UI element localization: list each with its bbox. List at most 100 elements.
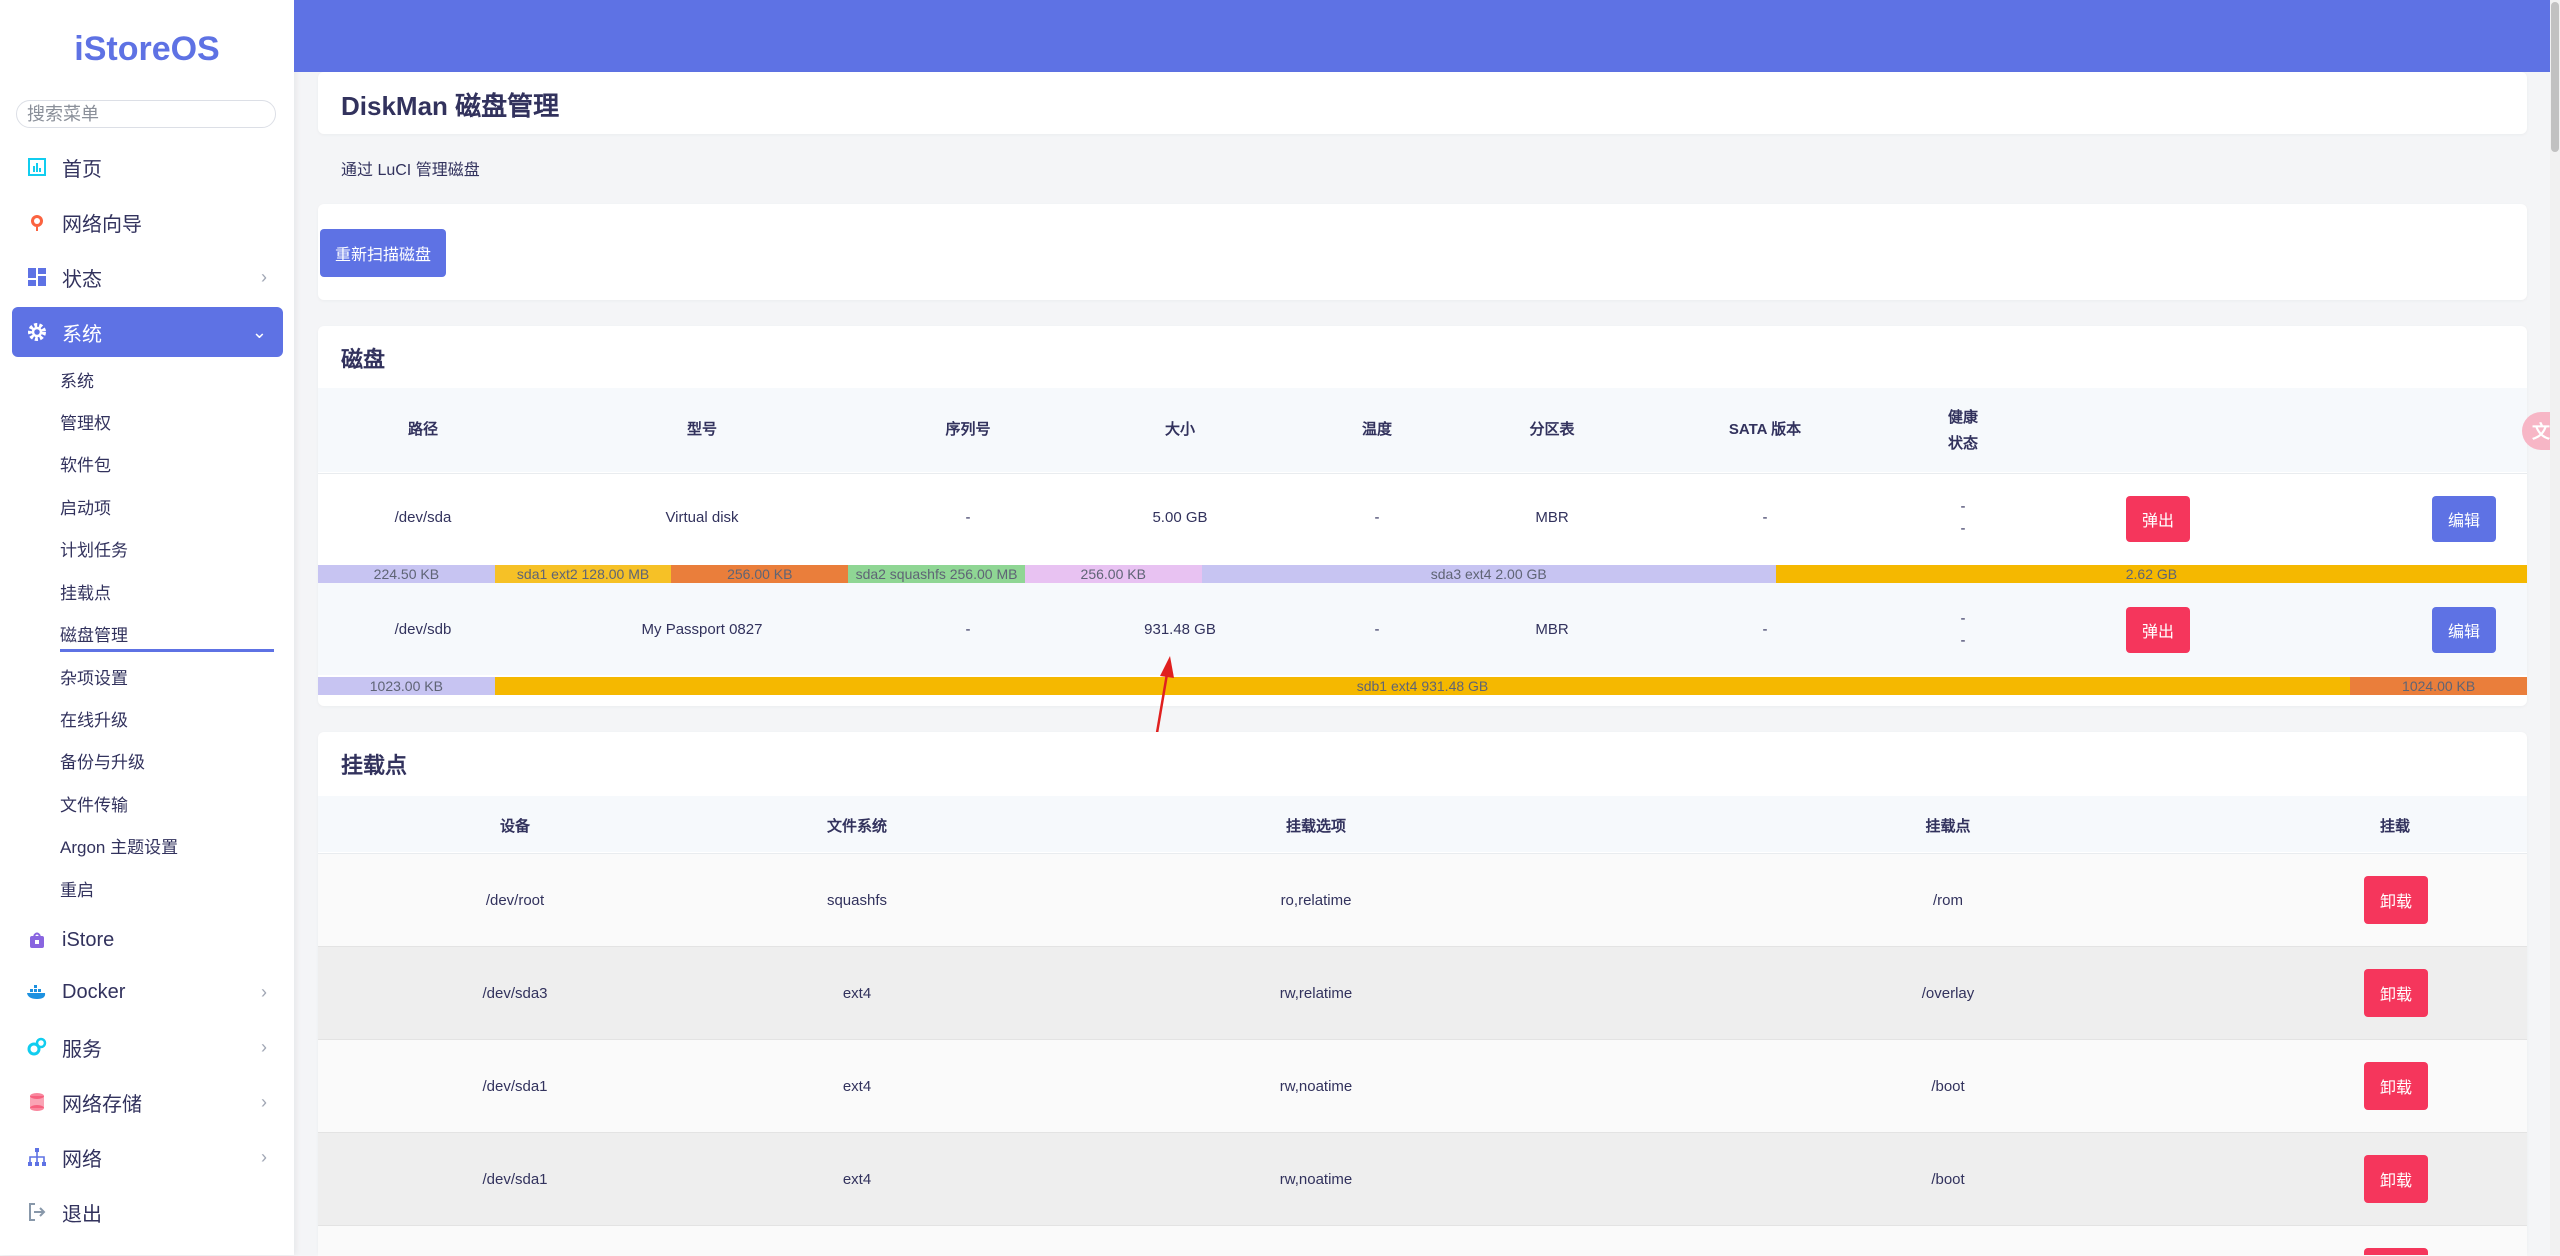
eject-button[interactable]: 弹出	[2126, 496, 2190, 542]
mount-options: rw,noatime	[1279, 1171, 1353, 1188]
sub-diskman[interactable]: 磁盘管理	[60, 623, 274, 652]
sub-backup[interactable]: 备份与升级	[60, 750, 145, 776]
col-path: 路径	[407, 421, 438, 438]
nav-home-label: 首页	[62, 158, 102, 181]
mount-options: ro,relatime	[1280, 892, 1352, 909]
nav-system[interactable]: 系统 ⌄	[12, 307, 283, 357]
nav-status-label: 状态	[62, 268, 102, 291]
store-icon	[26, 929, 48, 951]
disk-health: -	[1960, 498, 1966, 515]
disk-path: /dev/sda	[394, 509, 452, 526]
partition-bar: 224.50 KB sda1 ext2 128.00 MB 256.00 KB …	[318, 565, 2527, 583]
unmount-button-partial[interactable]	[2364, 1248, 2428, 1255]
mount-fs: ext4	[842, 1078, 872, 1095]
partition-segment[interactable]: 1024.00 KB	[2350, 677, 2527, 695]
unmount-button[interactable]: 卸载	[2364, 1062, 2428, 1110]
col-device: 设备	[499, 818, 530, 835]
mount-device: /dev/sda1	[482, 1078, 548, 1095]
chevron-down-icon: ⌄	[251, 321, 267, 342]
partition-segment[interactable]: 224.50 KB	[318, 565, 495, 583]
mount-row	[318, 853, 2527, 946]
partition-segment[interactable]: sda2 squashfs 256.00 MB	[848, 565, 1025, 583]
partition-segment[interactable]: 1023.00 KB	[318, 677, 495, 695]
sub-admin[interactable]: 管理权	[60, 411, 111, 437]
chevron-right-icon: ›	[261, 1036, 267, 1057]
sub-filetransfer[interactable]: 文件传输	[60, 793, 128, 819]
disk-partition-table: MBR	[1535, 509, 1569, 526]
nav-services[interactable]: 服务 ›	[12, 1022, 283, 1072]
sub-upgrade[interactable]: 在线升级	[60, 708, 128, 734]
logout-icon	[26, 1201, 48, 1223]
mounts-section-title: 挂载点	[341, 753, 408, 778]
nav-nas[interactable]: 网络存储 ›	[12, 1077, 283, 1127]
globe-icon	[26, 211, 48, 233]
sub-argon[interactable]: Argon 主题设置	[60, 835, 178, 861]
mount-options: rw,relatime	[1279, 985, 1353, 1002]
network-icon	[26, 1146, 48, 1168]
nav-wizard[interactable]: 网络向导	[12, 197, 283, 247]
col-sata: SATA 版本	[1728, 421, 1802, 438]
chevron-right-icon: ›	[261, 266, 267, 287]
disk-partition-table: MBR	[1535, 621, 1569, 638]
sub-system[interactable]: 系统	[60, 369, 94, 395]
rescan-disks-button[interactable]: 重新扫描磁盘	[320, 229, 446, 277]
col-status: 状态	[1947, 435, 1978, 452]
dashboard-icon	[26, 266, 48, 288]
partition-segment[interactable]: sdb1 ext4 931.48 GB	[494, 677, 2351, 695]
nav-network[interactable]: 网络 ›	[12, 1132, 283, 1182]
partition-segment[interactable]: sda3 ext4 2.00 GB	[1201, 565, 1776, 583]
sub-cron[interactable]: 计划任务	[60, 538, 128, 564]
nav-nas-label: 网络存储	[62, 1093, 142, 1116]
sub-packages[interactable]: 软件包	[60, 453, 111, 479]
partition-bar: 1023.00 KB sdb1 ext4 931.48 GB 1024.00 K…	[318, 677, 2527, 695]
search-input[interactable]	[16, 100, 276, 128]
partition-segment[interactable]: 256.00 KB	[1024, 565, 1202, 583]
page-description: 通过 LuCI 管理磁盘	[341, 162, 480, 179]
mount-point: /boot	[1931, 1171, 1965, 1188]
disks-section-title: 磁盘	[341, 347, 386, 372]
disk-model: Virtual disk	[665, 509, 739, 526]
nav-logout-label: 退出	[62, 1203, 102, 1226]
nav-status[interactable]: 状态 ›	[12, 252, 283, 302]
nav-home[interactable]: 首页	[12, 142, 283, 192]
disk-sata: -	[1762, 509, 1768, 526]
scrollbar-track[interactable]	[2550, 0, 2560, 1255]
partition-segment[interactable]: sda1 ext2 128.00 MB	[494, 565, 672, 583]
sub-misc[interactable]: 杂项设置	[60, 666, 128, 692]
brand-logo[interactable]: iStoreOS	[0, 30, 294, 69]
eject-button[interactable]: 弹出	[2126, 607, 2190, 653]
sidebar: iStoreOS 首页 网络向导 状态 › 系统 ⌄ 系统 管理权 软件包 启动…	[0, 0, 294, 1255]
mount-row	[318, 946, 2527, 1039]
nav-istore[interactable]: iStore	[12, 915, 283, 965]
mount-fs: ext4	[842, 1171, 872, 1188]
disk-temp: -	[1374, 509, 1380, 526]
unmount-button[interactable]: 卸载	[2364, 1155, 2428, 1203]
disk-temp: -	[1374, 621, 1380, 638]
sub-reboot[interactable]: 重启	[60, 878, 94, 904]
mount-fs: squashfs	[826, 892, 888, 909]
col-model: 型号	[686, 421, 717, 438]
nav-docker[interactable]: Docker ›	[12, 967, 283, 1017]
docker-icon	[26, 981, 48, 1003]
mount-options: rw,noatime	[1279, 1078, 1353, 1095]
chart-icon	[26, 156, 48, 178]
sub-mounts[interactable]: 挂载点	[60, 581, 111, 607]
unmount-button[interactable]: 卸载	[2364, 876, 2428, 924]
chevron-right-icon: ›	[261, 1146, 267, 1167]
mount-row	[318, 1132, 2527, 1225]
partition-segment[interactable]: 256.00 KB	[671, 565, 849, 583]
mount-row	[318, 1225, 2527, 1256]
disk-serial: -	[965, 509, 971, 526]
col-mountpoint: 挂载点	[1925, 818, 1971, 835]
sub-startup[interactable]: 启动项	[60, 496, 111, 522]
edit-button[interactable]: 编辑	[2432, 607, 2496, 653]
partition-segment[interactable]: 2.62 GB	[1775, 565, 2527, 583]
unmount-button[interactable]: 卸载	[2364, 969, 2428, 1017]
chevron-right-icon: ›	[261, 981, 267, 1002]
mount-row	[318, 1039, 2527, 1132]
scrollbar-thumb[interactable]	[2551, 2, 2559, 152]
mount-point: /boot	[1931, 1078, 1965, 1095]
edit-button[interactable]: 编辑	[2432, 496, 2496, 542]
nav-docker-label: Docker	[62, 980, 126, 1003]
nav-logout[interactable]: 退出	[12, 1187, 283, 1237]
